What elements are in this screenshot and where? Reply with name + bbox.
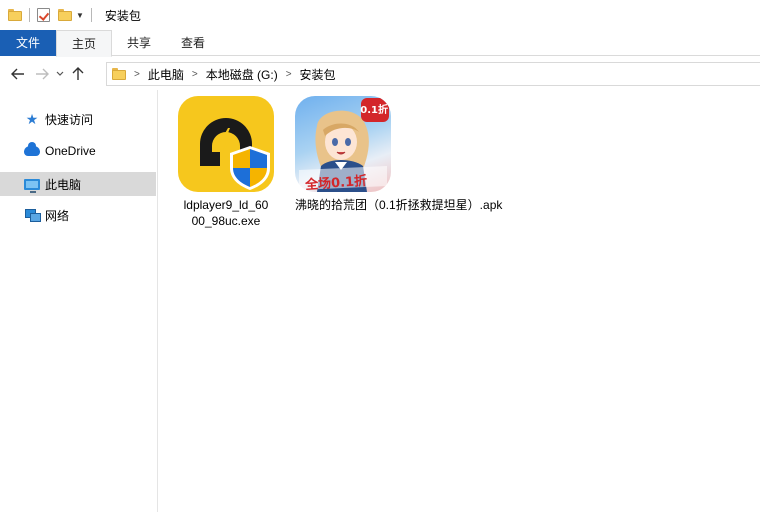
promo-banner: 全场0.1折 — [304, 173, 368, 192]
file-item-ldplayer[interactable]: ldplayer9_ld_60 00_98uc.exe — [178, 96, 274, 229]
tab-home[interactable]: 主页 — [56, 30, 113, 57]
recent-locations-button[interactable] — [53, 63, 67, 85]
ribbon-tabs: 文件 主页 共享 查看 — [0, 30, 760, 57]
sidebar-item-label: OneDrive — [45, 144, 96, 158]
arrow-left-icon — [11, 68, 24, 79]
breadcrumb-this-pc[interactable]: 此电脑 — [148, 66, 184, 83]
up-button[interactable] — [67, 63, 89, 85]
computer-icon — [24, 176, 40, 193]
sidebar-item-onedrive[interactable]: OneDrive — [0, 139, 156, 163]
file-list: ldplayer9_ld_60 00_98uc.exe 0.1折 全场0.1折 … — [159, 90, 760, 512]
breadcrumb-chevron-icon[interactable]: > — [286, 69, 292, 80]
breadcrumb-chevron-icon[interactable]: > — [134, 69, 140, 80]
tab-view[interactable]: 查看 — [166, 30, 220, 56]
breadcrumb-local-disk[interactable]: 本地磁盘 (G:) — [206, 66, 278, 83]
file-item-game-apk[interactable]: 0.1折 全场0.1折 沸晓的拾荒团（0.1折拯救提坦星）.apk — [295, 96, 525, 213]
sidebar-item-this-pc[interactable]: 此电脑 — [0, 172, 156, 196]
sidebar-item-network[interactable]: 网络 — [0, 203, 156, 227]
file-name: 沸晓的拾荒团（0.1折拯救提坦星）.apk — [295, 198, 503, 212]
arrow-up-icon — [72, 66, 84, 80]
customize-dropdown-icon[interactable]: ▼ — [76, 11, 84, 20]
breadcrumb-current-folder[interactable]: 安装包 — [300, 66, 336, 83]
new-folder-icon[interactable] — [58, 9, 72, 21]
navigation-bar: > 此电脑 > 本地磁盘 (G:) > 安装包 — [0, 57, 760, 90]
folder-icon — [112, 68, 126, 80]
file-name: ldplayer9_ld_60 00_98uc.exe — [184, 197, 269, 229]
sidebar-item-label: 网络 — [45, 208, 70, 223]
back-button[interactable] — [7, 63, 29, 85]
sidebar-item-label: 此电脑 — [45, 177, 82, 192]
title-bar: ▼ 安装包 — [0, 0, 760, 30]
discount-badge: 0.1折 — [360, 105, 388, 116]
tab-share[interactable]: 共享 — [112, 30, 166, 56]
network-icon — [24, 207, 41, 223]
toolbar-divider — [90, 8, 92, 22]
sidebar-item-quick-access[interactable]: ★ 快速访问 — [0, 107, 156, 131]
properties-icon[interactable] — [37, 8, 50, 22]
file-name-line: ldplayer9_ld_60 — [183, 198, 269, 212]
chevron-down-icon — [56, 71, 64, 76]
cloud-icon — [24, 142, 40, 159]
address-bar[interactable]: > 此电脑 > 本地磁盘 (G:) > 安装包 — [106, 62, 760, 86]
file-name-line: 00_98uc.exe — [191, 214, 261, 228]
ldplayer-app-icon — [178, 96, 274, 192]
star-icon: ★ — [25, 111, 39, 127]
forward-button[interactable] — [31, 63, 53, 85]
arrow-right-icon — [36, 68, 49, 79]
navigation-pane: ★ 快速访问 OneDrive 此电脑 网络 — [0, 90, 158, 512]
toolbar-divider — [29, 8, 30, 22]
quick-access-toolbar: ▼ — [0, 0, 99, 30]
game-app-icon: 0.1折 全场0.1折 — [295, 96, 391, 192]
folder-icon — [8, 9, 22, 21]
sidebar-item-label: 快速访问 — [45, 112, 94, 127]
breadcrumb-chevron-icon[interactable]: > — [192, 69, 198, 80]
tab-file[interactable]: 文件 — [0, 30, 56, 56]
window-title: 安装包 — [104, 8, 141, 23]
